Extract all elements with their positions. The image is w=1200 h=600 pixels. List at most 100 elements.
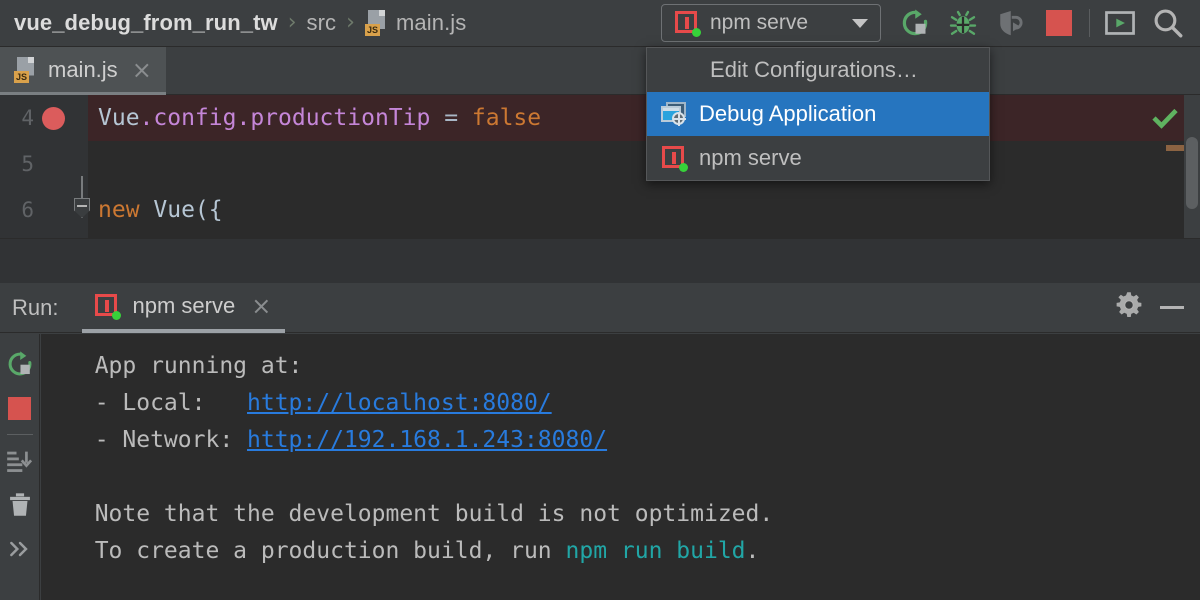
build-command-text: npm run build [565, 538, 746, 564]
trash-icon [9, 493, 30, 516]
code-line-5[interactable] [88, 141, 1200, 187]
npm-icon [661, 145, 688, 172]
scroll-to-end-button[interactable] [2, 439, 38, 483]
run-tab-label: npm serve [132, 292, 236, 318]
toolbar-actions: npm serve [661, 0, 1200, 46]
preview-window-icon [1105, 11, 1135, 35]
console-line: - Network: http://192.168.1.243:8080/ [67, 427, 607, 453]
menu-item-npm-serve[interactable]: npm serve [647, 136, 989, 180]
run-configuration-label: npm serve [710, 11, 809, 34]
stop-button[interactable] [2, 386, 38, 430]
breadcrumb-folder[interactable]: src [307, 10, 337, 36]
attach-debugger-button[interactable] [987, 1, 1035, 45]
rerun-icon [902, 9, 928, 36]
chevrons-right-icon [9, 541, 28, 557]
bug-icon [949, 10, 977, 35]
code-token: new [98, 197, 140, 223]
run-tool-window: Run: npm serve × App running at: - Local… [0, 283, 1200, 600]
breakpoint-icon[interactable] [42, 106, 65, 130]
console-text: To create a production build, run [67, 538, 566, 564]
breadcrumb-file[interactable]: JS main.js [364, 10, 467, 36]
console-line: App running at: [67, 353, 303, 379]
code-token: .config.productionTip [139, 105, 431, 131]
editor-scrollbar-marker[interactable] [1166, 145, 1184, 151]
top-toolbar: vue_debug_from_run_tw › src › JS main.js… [0, 0, 1200, 47]
run-header-actions [1114, 290, 1200, 325]
code-line-4[interactable]: Vue .config.productionTip = false [88, 95, 1200, 141]
attach-debugger-icon [1000, 11, 1023, 36]
console-text: - Network: [67, 427, 248, 453]
console-text: . [745, 538, 760, 564]
scroll-to-end-icon [6, 451, 32, 472]
breadcrumb-project[interactable]: vue_debug_from_run_tw [14, 10, 278, 36]
debug-application-icon [661, 101, 687, 127]
rerun-button[interactable] [891, 1, 939, 45]
clear-all-button[interactable] [2, 483, 38, 527]
editor-tab-label: main.js [48, 56, 118, 82]
stop-square-icon [8, 396, 31, 420]
js-file-icon: JS [14, 56, 38, 83]
breadcrumb-separator-2: › [346, 10, 355, 35]
editor-tab-bar: JS main.js × [0, 47, 1200, 95]
close-icon[interactable]: × [251, 294, 271, 318]
settings-button[interactable] [1114, 290, 1144, 325]
run-tool-window-body: App running at: - Local: http://localhos… [0, 334, 1200, 600]
stop-square-icon [1046, 10, 1072, 36]
editor-gutter[interactable]: 4 5 6 [0, 95, 90, 238]
line-number: 6 [21, 198, 34, 222]
npm-icon [674, 10, 701, 37]
code-editor[interactable]: 4 5 6 Vue .config.productionTip = false n… [0, 95, 1200, 238]
line-number: 4 [21, 106, 34, 130]
breadcrumb-separator-1: › [287, 10, 297, 35]
chevron-down-icon[interactable] [852, 18, 868, 28]
debug-button[interactable] [939, 1, 987, 45]
toolbar-divider [6, 434, 33, 435]
run-side-toolbar [0, 334, 40, 600]
console-text: - Local: [67, 390, 248, 416]
console-output[interactable]: App running at: - Local: http://localhos… [41, 334, 1200, 600]
breadcrumb-file-label: main.js [395, 10, 467, 35]
gutter-line-5[interactable]: 5 [0, 141, 88, 187]
minimize-icon[interactable] [1160, 306, 1184, 309]
ide-window: vue_debug_from_run_tw › src › JS main.js… [0, 0, 1200, 600]
code-token: = [430, 105, 472, 131]
menu-item-label: Edit Configurations… [710, 57, 918, 82]
run-tool-window-title: Run: [12, 294, 59, 320]
editor-scrollbar-thumb[interactable] [1186, 137, 1198, 209]
gear-icon [1116, 292, 1142, 317]
editor-tab-main-js[interactable]: JS main.js × [0, 47, 166, 95]
code-token: false [471, 105, 542, 131]
menu-item-debug-application[interactable]: Debug Application [647, 92, 989, 136]
rerun-icon [8, 351, 31, 376]
gutter-line-4[interactable]: 4 [0, 95, 88, 141]
code-token: Vue({ [139, 197, 223, 223]
menu-item-label: npm serve [699, 145, 802, 170]
run-tool-window-header: Run: npm serve × [0, 283, 1200, 333]
line-number: 5 [21, 152, 34, 176]
inspection-ok-checkmark-icon[interactable] [1152, 107, 1178, 129]
code-token: Vue [98, 105, 140, 131]
toolbar-divider [1089, 9, 1090, 37]
run-tab-npm-serve[interactable]: npm serve × [82, 283, 286, 333]
console-line: - Local: http://localhost:8080/ [67, 390, 552, 416]
search-button[interactable] [1144, 1, 1192, 45]
menu-item-edit-configurations[interactable]: Edit Configurations… [647, 48, 989, 92]
editor-scrollbar[interactable] [1184, 95, 1200, 238]
open-preview-button[interactable] [1096, 1, 1144, 45]
code-area[interactable]: Vue .config.productionTip = false new Vue… [88, 95, 1200, 238]
close-icon[interactable]: × [132, 58, 152, 82]
rerun-button[interactable] [2, 342, 38, 386]
console-line: Note that the development build is not o… [67, 501, 774, 527]
editor-empty-area [0, 238, 1200, 283]
stop-button[interactable] [1035, 1, 1083, 45]
npm-icon [94, 293, 122, 320]
menu-item-label: Debug Application [699, 101, 877, 126]
local-url-link[interactable]: http://localhost:8080/ [247, 390, 552, 416]
network-url-link[interactable]: http://192.168.1.243:8080/ [247, 427, 607, 453]
search-icon [1154, 9, 1183, 38]
run-configuration-selector[interactable]: npm serve [661, 4, 881, 42]
run-configuration-dropdown[interactable]: Edit Configurations… Debug Application n… [646, 47, 990, 181]
more-options-button[interactable] [2, 527, 38, 571]
js-file-icon: JS [364, 10, 389, 36]
code-line-6[interactable]: new Vue({ [88, 187, 1200, 233]
